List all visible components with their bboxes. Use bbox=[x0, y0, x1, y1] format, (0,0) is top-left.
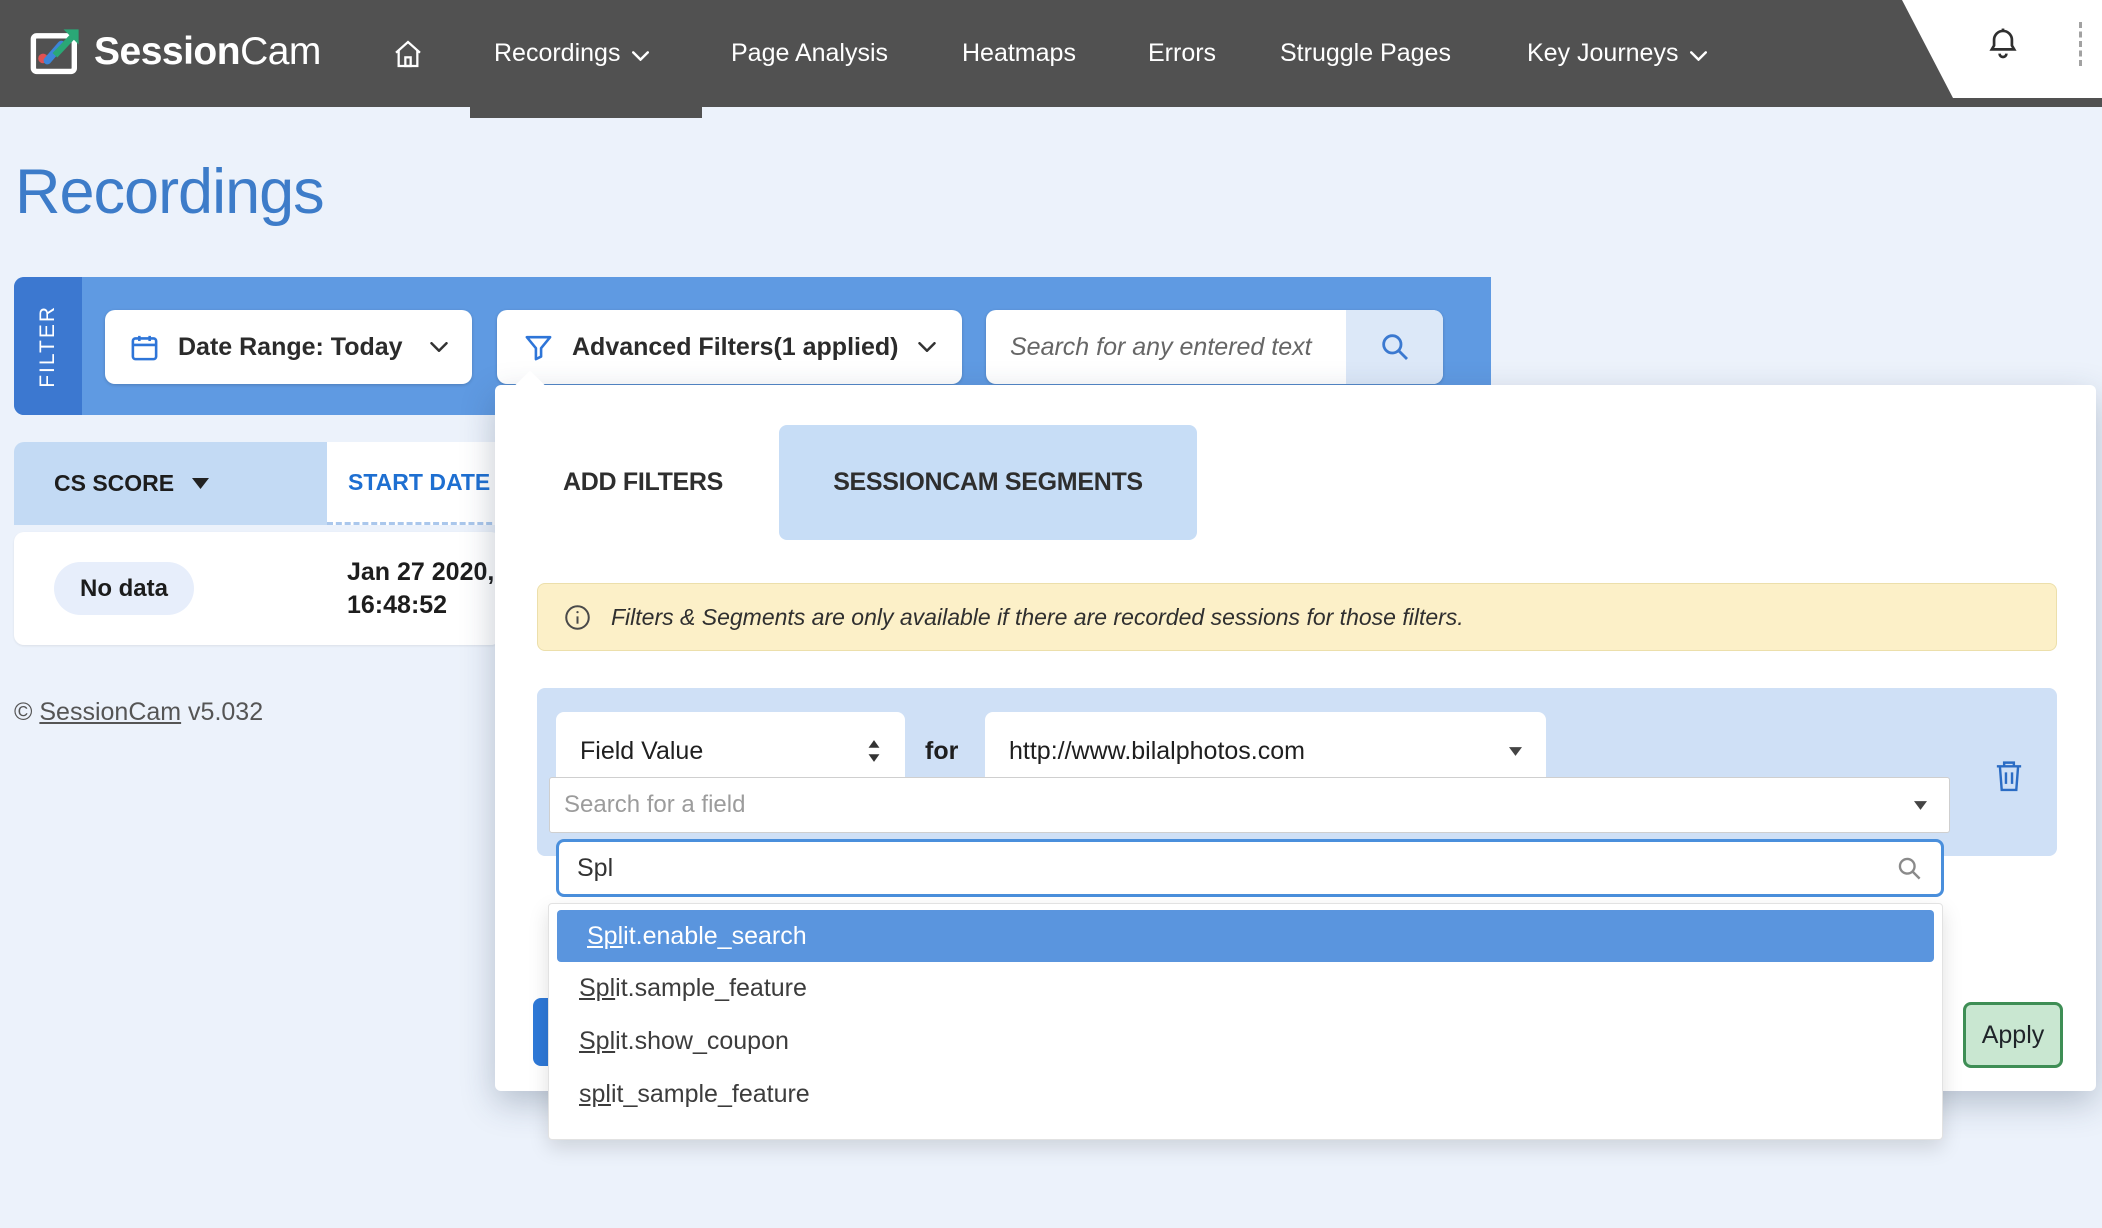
field-search-input[interactable] bbox=[577, 854, 1896, 883]
info-icon bbox=[564, 604, 591, 631]
nav-item-recordings[interactable]: Recordings bbox=[494, 0, 649, 107]
search-button[interactable] bbox=[1346, 310, 1443, 384]
table-row[interactable]: No data Jan 27 2020, 16:48:52 bbox=[14, 532, 501, 645]
chevron-down-icon bbox=[918, 342, 936, 352]
option-split-sample-feature-lower[interactable]: split_sample_feature bbox=[549, 1068, 1942, 1121]
nav-item-errors[interactable]: Errors bbox=[1148, 0, 1216, 107]
nav-item-heatmaps[interactable]: Heatmaps bbox=[962, 0, 1076, 107]
search-icon bbox=[1379, 331, 1411, 363]
app-screen: SessionCam Recordings Page Analysis Heat… bbox=[0, 0, 2102, 1228]
caret-down-icon bbox=[1509, 747, 1522, 756]
footer-brand-link[interactable]: SessionCam bbox=[39, 698, 181, 726]
nav-divider-dashed bbox=[2079, 22, 2082, 66]
field-options-list: Split.enable_search Split.sample_feature… bbox=[548, 903, 1943, 1140]
caret-down-icon bbox=[1914, 801, 1927, 810]
active-tab-extension bbox=[470, 107, 702, 118]
chevron-down-icon bbox=[632, 51, 649, 61]
search-input[interactable] bbox=[986, 310, 1346, 384]
date-range-button[interactable]: Date Range: Today bbox=[105, 310, 472, 384]
column-header-cs-score[interactable]: CS SCORE bbox=[14, 442, 327, 525]
info-banner: Filters & Segments are only available if… bbox=[537, 583, 2057, 651]
home-button[interactable] bbox=[392, 0, 424, 107]
cs-score-badge: No data bbox=[54, 562, 194, 615]
search-icon bbox=[1896, 855, 1923, 882]
chevron-down-icon bbox=[1690, 51, 1707, 61]
trash-icon bbox=[1994, 759, 2024, 793]
select-spinner-icon bbox=[867, 739, 881, 763]
brand-name: SessionCam bbox=[94, 30, 321, 74]
nav-item-page-analysis[interactable]: Page Analysis bbox=[731, 0, 888, 107]
field-search-box bbox=[556, 839, 1944, 897]
option-split-enable-search[interactable]: Split.enable_search bbox=[557, 910, 1934, 962]
advanced-filters-button[interactable]: Advanced Filters(1 applied) bbox=[497, 310, 962, 384]
footer-copyright: © SessionCam v5.032 bbox=[14, 698, 263, 727]
filter-row-container: Field Value for http://www.bilalphotos.c… bbox=[537, 688, 2057, 856]
tab-sessioncam-segments[interactable]: SESSIONCAM SEGMENTS bbox=[779, 425, 1197, 540]
home-icon bbox=[392, 38, 424, 70]
chevron-down-icon bbox=[430, 342, 448, 352]
sessioncam-logo-icon bbox=[28, 24, 84, 80]
apply-button[interactable]: Apply bbox=[1963, 1002, 2063, 1068]
start-date-cell: Jan 27 2020, 16:48:52 bbox=[347, 556, 494, 622]
top-nav: SessionCam Recordings Page Analysis Heat… bbox=[0, 0, 2102, 107]
option-split-sample-feature[interactable]: Split.sample_feature bbox=[549, 962, 1942, 1015]
calendar-icon bbox=[129, 332, 160, 363]
notifications-button[interactable] bbox=[1986, 26, 2020, 64]
filter-side-tab[interactable]: FILTER bbox=[14, 277, 82, 415]
bell-icon bbox=[1986, 26, 2020, 63]
delete-filter-button[interactable] bbox=[1992, 758, 2026, 796]
option-split-show-coupon[interactable]: Split.show_coupon bbox=[549, 1015, 1942, 1068]
filter-funnel-icon bbox=[523, 332, 554, 363]
advanced-filters-panel: ADD FILTERS SESSIONCAM SEGMENTS Filters … bbox=[495, 385, 2096, 1091]
sort-descending-icon bbox=[192, 478, 209, 489]
text-search bbox=[986, 310, 1443, 384]
page-title: Recordings bbox=[15, 156, 324, 228]
nav-item-struggle-pages[interactable]: Struggle Pages bbox=[1280, 0, 1451, 107]
field-combobox[interactable]: Search for a field bbox=[549, 777, 1950, 833]
nav-item-key-journeys[interactable]: Key Journeys bbox=[1527, 0, 1707, 107]
column-header-start-date[interactable]: START DATE bbox=[327, 442, 501, 525]
tab-add-filters[interactable]: ADD FILTERS bbox=[557, 425, 729, 540]
brand-logo[interactable]: SessionCam bbox=[28, 24, 321, 80]
